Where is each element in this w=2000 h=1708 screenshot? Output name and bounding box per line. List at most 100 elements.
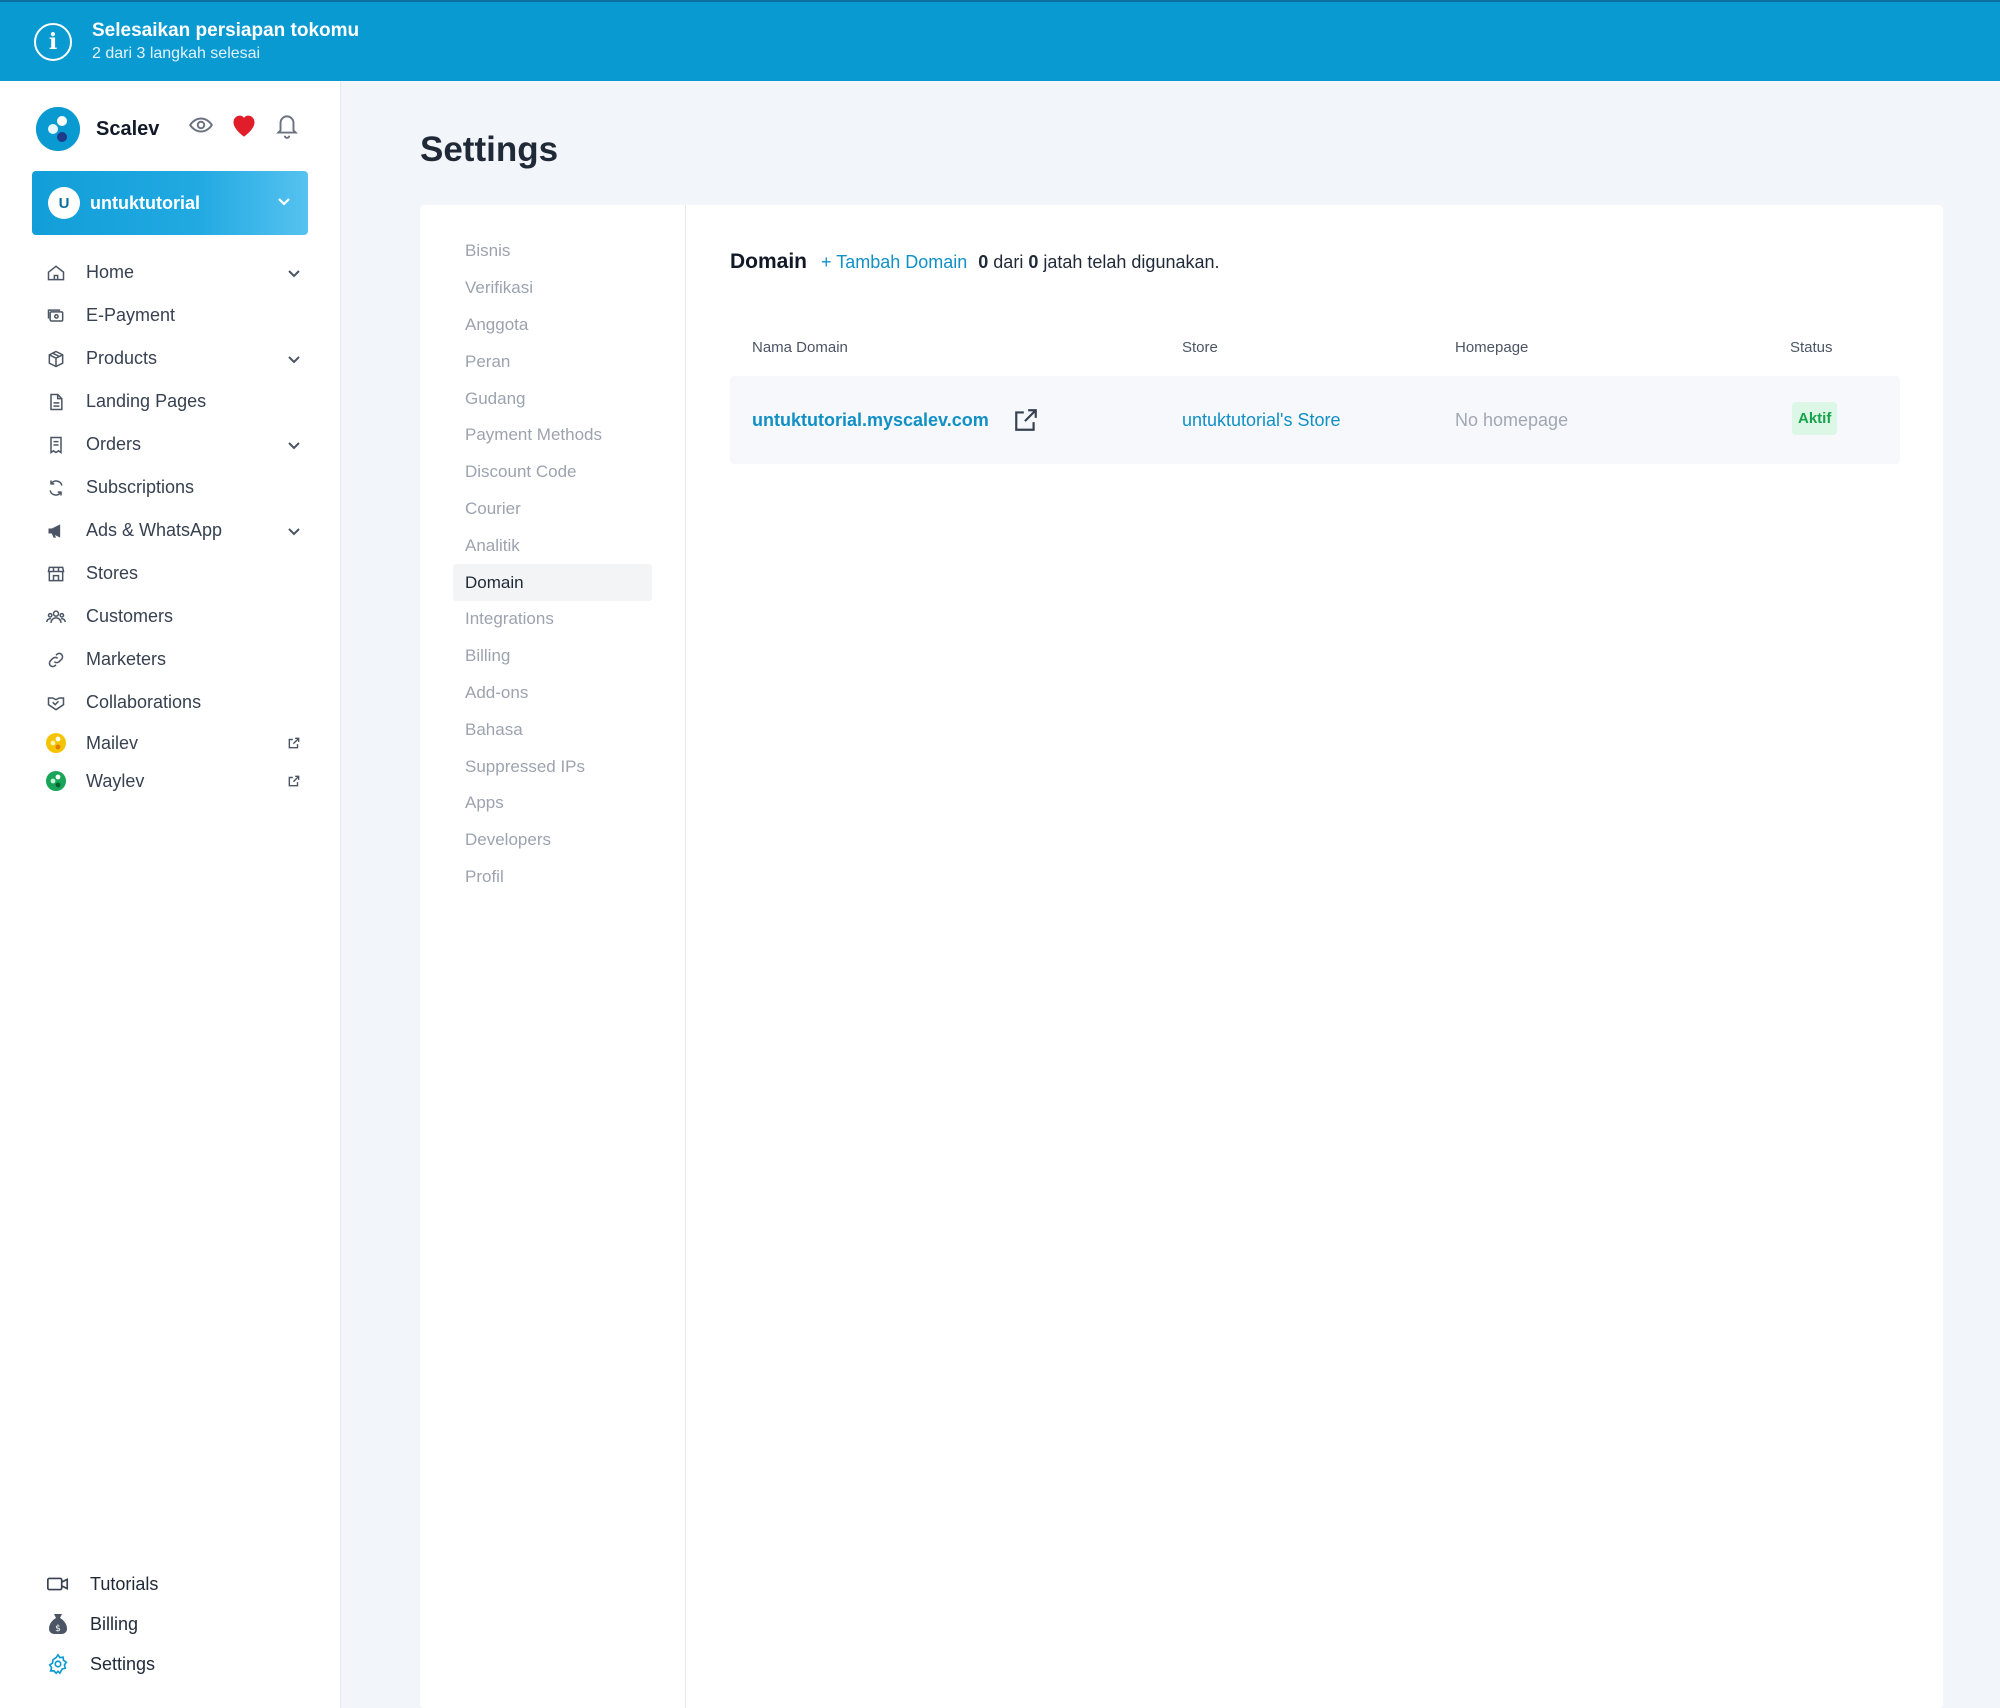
- nav-label: Home: [86, 262, 135, 282]
- settings-nav-courier[interactable]: Courier: [453, 491, 652, 528]
- nav-item-mailev[interactable]: Mailev: [44, 724, 304, 762]
- waylev-logo-icon: [44, 769, 68, 793]
- setup-banner[interactable]: i Selesaikan persiapan tokomu 2 dari 3 l…: [0, 0, 2000, 81]
- box-icon: [44, 347, 68, 371]
- column-header: Homepage: [1455, 339, 1529, 356]
- chevron-down-icon[interactable]: [284, 265, 304, 281]
- info-icon: i: [34, 22, 72, 61]
- heart-icon[interactable]: [230, 112, 258, 138]
- handshake-icon: [44, 691, 68, 715]
- banner-title: Selesaikan persiapan tokomu: [92, 19, 360, 41]
- add-domain-button[interactable]: + Tambah Domain: [821, 252, 967, 273]
- nav-item-tutorials[interactable]: Tutorials: [46, 1564, 306, 1604]
- nav-label: Waylev: [86, 770, 145, 791]
- nav-item-ads-whatsapp[interactable]: Ads & WhatsApp: [44, 509, 304, 552]
- external-link-icon[interactable]: [284, 774, 304, 788]
- nav-item-home[interactable]: Home: [44, 251, 304, 294]
- quota-suffix: jatah telah digunakan.: [1043, 252, 1220, 272]
- external-link-icon[interactable]: [284, 736, 304, 750]
- settings-nav-add-ons[interactable]: Add-ons: [453, 675, 652, 712]
- nav-label: Collaborations: [86, 692, 202, 712]
- nav-item-customers[interactable]: Customers: [44, 595, 304, 638]
- brand[interactable]: Scalev: [36, 107, 159, 151]
- nav-label: Stores: [86, 563, 139, 583]
- nav-item-collaborations[interactable]: Collaborations: [44, 681, 304, 724]
- settings-nav-suppressed-ips[interactable]: Suppressed IPs: [453, 748, 652, 785]
- sidebar: Scalev U untuktutorial Home E-Payment Pr…: [0, 81, 341, 1708]
- main-nav: Home E-Payment Products Landing Pages Or…: [44, 251, 304, 800]
- nav-item-billing[interactable]: $ Billing: [46, 1604, 306, 1644]
- settings-nav-verifikasi[interactable]: Verifikasi: [453, 270, 652, 307]
- money-bag-icon: $: [46, 1612, 70, 1636]
- domain-quota: 0 dari 0 jatah telah digunakan.: [978, 252, 1219, 273]
- table-row[interactable]: untuktutorial.myscalev.com untuktutorial…: [730, 376, 1900, 464]
- settings-nav-peran[interactable]: Peran: [453, 343, 652, 380]
- nav-item-marketers[interactable]: Marketers: [44, 638, 304, 681]
- settings-nav-domain[interactable]: Domain: [453, 564, 652, 601]
- nav-label: E-Payment: [86, 305, 176, 325]
- settings-nav-profil[interactable]: Profil: [453, 859, 652, 896]
- nav-label: Customers: [86, 606, 174, 626]
- mailev-logo-icon: [44, 731, 68, 755]
- megaphone-icon: [44, 519, 68, 543]
- settings-nav: Bisnis Verifikasi Anggota Peran Gudang P…: [420, 205, 686, 1708]
- nav-item-e-payment[interactable]: E-Payment: [44, 294, 304, 337]
- settings-nav-discount-code[interactable]: Discount Code: [453, 454, 652, 491]
- chevron-down-icon[interactable]: [284, 523, 304, 539]
- domain-header: Domain + Tambah Domain 0 dari 0 jatah te…: [730, 250, 1220, 274]
- quota-used: 0: [978, 252, 989, 272]
- video-icon: [46, 1572, 70, 1596]
- nav-label: Subscriptions: [86, 477, 195, 497]
- store-avatar: U: [48, 187, 80, 219]
- settings-nav-billing[interactable]: Billing: [453, 638, 652, 675]
- nav-label: Landing Pages: [86, 391, 207, 411]
- homepage-value: No homepage: [1455, 410, 1569, 430]
- settings-nav-gudang[interactable]: Gudang: [453, 380, 652, 417]
- nav-label: Orders: [86, 434, 142, 454]
- nav-label: Ads & WhatsApp: [86, 520, 223, 540]
- nav-label: Mailev: [86, 732, 139, 753]
- settings-nav-bahasa[interactable]: Bahasa: [453, 711, 652, 748]
- column-header: Nama Domain: [752, 339, 848, 356]
- column-header: Store: [1182, 339, 1218, 356]
- quota-total: 0: [1028, 252, 1039, 272]
- bottom-nav: Tutorials $ Billing Settings: [46, 1564, 306, 1684]
- column-header: Status: [1790, 339, 1833, 356]
- chevron-down-icon: [276, 193, 292, 214]
- store-icon: [44, 562, 68, 586]
- settings-nav-payment-methods[interactable]: Payment Methods: [453, 417, 652, 454]
- eye-icon[interactable]: [188, 112, 214, 138]
- nav-item-stores[interactable]: Stores: [44, 552, 304, 595]
- nav-item-orders[interactable]: Orders: [44, 423, 304, 466]
- settings-nav-anggota[interactable]: Anggota: [453, 307, 652, 344]
- nav-item-waylev[interactable]: Waylev: [44, 762, 304, 800]
- nav-item-settings[interactable]: Settings: [46, 1644, 306, 1684]
- nav-item-landing-pages[interactable]: Landing Pages: [44, 380, 304, 423]
- external-link-icon[interactable]: [1013, 407, 1039, 438]
- chevron-down-icon[interactable]: [284, 437, 304, 453]
- settings-nav-bisnis[interactable]: Bisnis: [453, 233, 652, 270]
- domain-link[interactable]: untuktutorial.myscalev.com: [752, 410, 989, 431]
- store-switcher[interactable]: U untuktutorial: [32, 171, 308, 235]
- nav-item-subscriptions[interactable]: Subscriptions: [44, 466, 304, 509]
- scalev-logo-icon: [36, 107, 80, 151]
- bell-icon[interactable]: [274, 111, 300, 139]
- settings-nav-developers[interactable]: Developers: [453, 822, 652, 859]
- banner-text: Selesaikan persiapan tokomu 2 dari 3 lan…: [92, 19, 359, 65]
- store-link[interactable]: untuktutorial's Store: [1182, 410, 1341, 431]
- nav-label: Tutorials: [90, 1573, 159, 1594]
- nav-label: Products: [86, 348, 158, 368]
- settings-nav-apps[interactable]: Apps: [453, 785, 652, 822]
- domain-heading: Domain: [730, 250, 808, 273]
- settings-nav-integrations[interactable]: Integrations: [453, 601, 652, 638]
- nav-label: Settings: [90, 1653, 156, 1674]
- settings-nav-analitik[interactable]: Analitik: [453, 527, 652, 564]
- page-title: Settings: [420, 130, 559, 169]
- svg-text:$: $: [55, 1624, 61, 1634]
- settings-card: Bisnis Verifikasi Anggota Peran Gudang P…: [420, 205, 1943, 1708]
- users-icon: [44, 605, 68, 629]
- home-icon: [44, 261, 68, 285]
- nav-item-products[interactable]: Products: [44, 337, 304, 380]
- domain-table-header: Nama Domain Store Homepage Status: [730, 333, 1900, 363]
- chevron-down-icon[interactable]: [284, 351, 304, 367]
